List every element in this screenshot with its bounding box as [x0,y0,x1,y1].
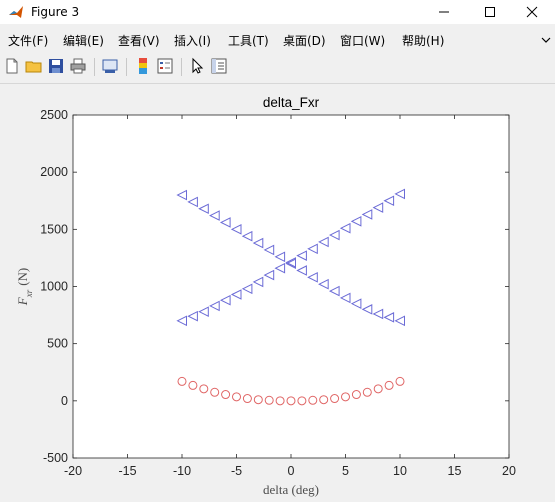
x-tick-label: -20 [64,464,82,478]
toolbar [0,54,555,80]
plot-axes-area[interactable] [72,114,510,459]
menu-help[interactable]: 帮助(H) [402,32,444,49]
toolbar-separator [181,58,182,76]
y-tick-label: 500 [47,337,68,351]
y-tick-label: 0 [61,394,68,408]
toolbar-separator [126,58,127,76]
menu-edit[interactable]: 编辑(E) [63,32,104,49]
x-axis-label: delta (deg) [263,482,319,497]
matlab-logo-icon [9,6,23,18]
y-tick-label: 1000 [40,280,68,294]
x-tick-label: 0 [288,464,295,478]
y-tick-label: 1500 [40,222,68,236]
minimize-button[interactable] [422,0,467,24]
menu-insert[interactable]: 插入(I) [174,32,211,49]
x-tick-label: 20 [502,464,516,478]
menu-bar: 文件(F) 编辑(E) 查看(V) 插入(I) 工具(T) 桌面(D) 窗口(W… [0,29,555,51]
x-tick-label: 5 [342,464,349,478]
edit-plot-pointer-icon[interactable] [187,56,207,76]
save-icon[interactable] [46,56,66,76]
y-tick-label: 2500 [40,108,68,122]
x-tick-label: -15 [118,464,136,478]
maximize-icon [485,7,495,17]
menu-desktop[interactable]: 桌面(D) [283,32,326,49]
window-title: Figure 3 [31,5,80,19]
menu-tools[interactable]: 工具(T) [228,32,269,49]
x-tick-label: 15 [448,464,462,478]
link-plot-icon[interactable] [100,56,120,76]
y-tick-label: -500 [43,451,68,465]
menu-window[interactable]: 窗口(W) [340,32,385,49]
open-file-icon[interactable] [24,56,44,76]
close-icon [526,6,538,18]
maximize-button[interactable] [468,0,513,24]
x-tick-label: -10 [173,464,191,478]
title-bar: Figure 3 [0,0,555,24]
print-icon[interactable] [68,56,88,76]
figure-canvas[interactable]: delta_Fxr delta (deg) Fxr(N) -20 -15 -10 -5… [0,83,555,502]
close-button[interactable] [510,0,555,24]
x-tick-label: 10 [393,464,407,478]
chart-title: delta_Fxr [263,95,320,110]
property-inspector-icon[interactable] [209,56,229,76]
menu-file[interactable]: 文件(F) [8,32,48,49]
x-tick-label: -5 [231,464,242,478]
new-figure-icon[interactable] [2,56,22,76]
minimize-icon [439,11,449,13]
menu-view[interactable]: 查看(V) [118,32,160,49]
toolbar-separator [94,58,95,76]
scatter-plot[interactable]: delta_Fxr delta (deg) Fxr(N) -20 -15 -10 -5… [0,84,555,502]
y-axis-label: Fxr(N) [15,268,34,307]
y-tick-label: 2000 [40,165,68,179]
insert-colorbar-icon[interactable] [133,56,153,76]
insert-legend-icon[interactable] [155,56,175,76]
chevron-down-icon[interactable] [541,35,551,45]
